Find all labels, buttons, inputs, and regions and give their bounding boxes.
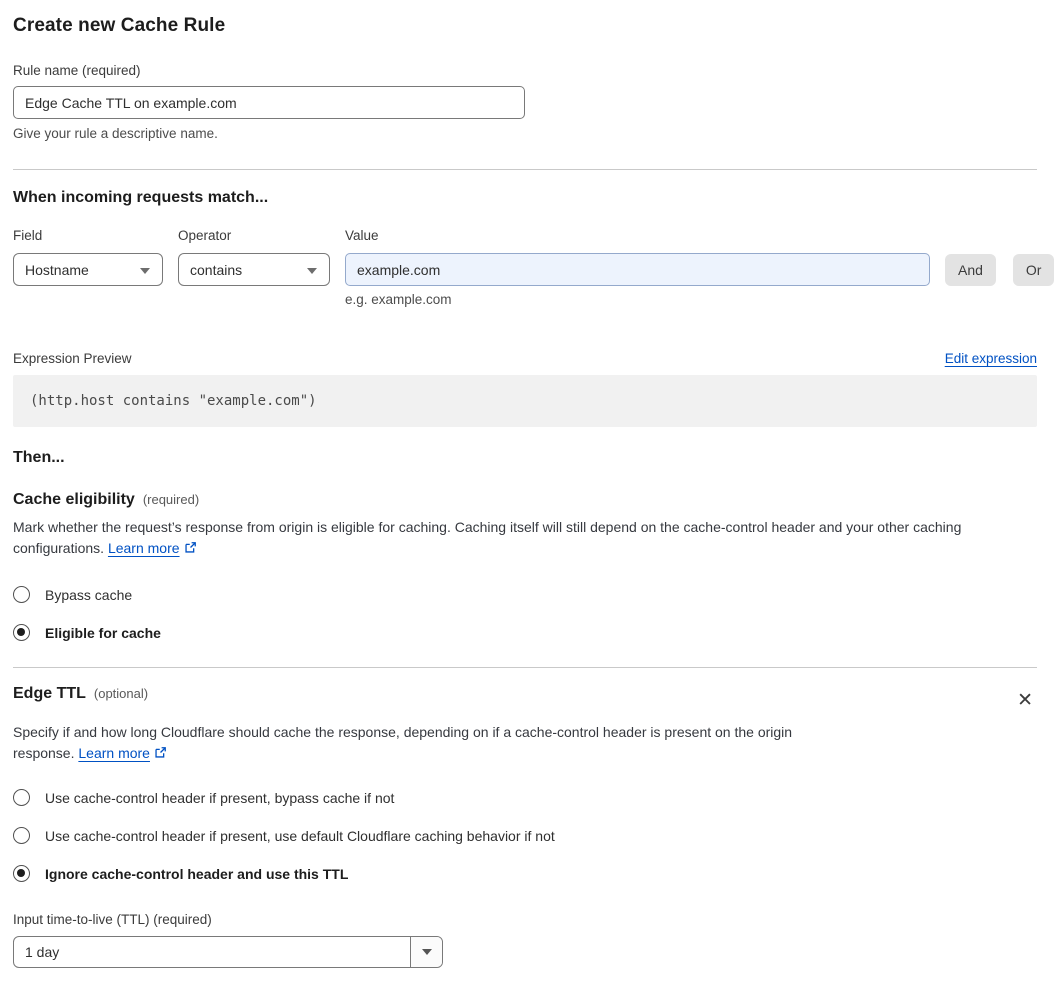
create-cache-rule-page: Create new Cache Rule Rule name (require… [0, 0, 1058, 1000]
optional-badge: (optional) [93, 686, 149, 701]
field-column: Field Hostname [13, 228, 163, 286]
chevron-down-icon [307, 267, 317, 274]
radio-label: Use cache-control header if present, use… [45, 827, 555, 844]
operator-label: Operator [178, 228, 232, 243]
section-divider [13, 169, 1037, 170]
and-button[interactable]: And [945, 254, 996, 286]
operator-column: Operator contains [178, 228, 330, 286]
page-title: Create new Cache Rule [13, 15, 226, 36]
field-select-value: Hostname [25, 261, 89, 278]
operator-select-value: contains [190, 261, 243, 278]
rule-name-section: Rule name (required) Give your rule a de… [13, 63, 1037, 141]
expression-preview-row: Expression Preview Edit expression [13, 351, 1037, 366]
cache-eligibility-description: Mark whether the request’s response from… [13, 517, 1037, 560]
edge-ttl-description: Specify if and how long Cloudflare shoul… [13, 722, 853, 765]
value-help: e.g. example.com [345, 292, 452, 307]
radio-ignore-header-use-ttl[interactable]: Ignore cache-control header and use this… [13, 865, 1037, 882]
value-input[interactable] [345, 253, 930, 286]
learn-more-link[interactable]: Learn more [108, 540, 180, 556]
value-column: Value e.g. example.com [345, 228, 930, 307]
then-heading: Then... [13, 449, 65, 466]
external-link-icon [154, 744, 167, 765]
edit-expression-link[interactable]: Edit expression [945, 351, 1037, 366]
radio-use-header-default[interactable]: Use cache-control header if present, use… [13, 827, 1037, 844]
close-icon[interactable]: ✕ [1013, 687, 1037, 714]
radio-use-header-bypass[interactable]: Use cache-control header if present, byp… [13, 789, 1037, 806]
radio-label: Ignore cache-control header and use this… [45, 865, 349, 882]
expression-text: (http.host contains "example.com") [30, 393, 317, 409]
cache-eligibility-section: Cache eligibility (required) Mark whethe… [13, 491, 1037, 641]
ttl-select-value: 1 day [25, 944, 60, 960]
radio-icon [13, 827, 30, 844]
expression-preview-label: Expression Preview [13, 351, 132, 366]
radio-checked-icon [13, 865, 30, 882]
chevron-down-icon [421, 949, 432, 955]
conjunction-buttons: And Or [945, 228, 1055, 286]
or-button[interactable]: Or [1012, 254, 1055, 286]
radio-eligible-for-cache[interactable]: Eligible for cache [13, 624, 1037, 641]
radio-label: Bypass cache [45, 586, 133, 603]
radio-icon [13, 789, 30, 806]
match-heading: When incoming requests match... [13, 189, 269, 206]
radio-bypass-cache[interactable]: Bypass cache [13, 586, 1037, 603]
radio-label: Use cache-control header if present, byp… [45, 789, 395, 806]
ttl-select[interactable]: 1 day [13, 936, 443, 968]
rule-name-label: Rule name (required) [13, 63, 141, 78]
radio-checked-icon [13, 624, 30, 641]
learn-more-link[interactable]: Learn more [78, 745, 150, 761]
section-divider [13, 667, 1037, 668]
edge-ttl-section: Edge TTL (optional) ✕ Specify if and how… [13, 685, 1037, 988]
external-link-icon [184, 539, 197, 560]
cache-eligibility-title: Cache eligibility [13, 491, 135, 508]
chevron-down-icon [140, 267, 150, 274]
edge-ttl-title: Edge TTL [13, 685, 86, 702]
dropdown-arrow-button[interactable] [410, 937, 442, 967]
rule-name-help: Give your rule a descriptive name. [13, 126, 218, 141]
match-section: When incoming requests match... Field Ho… [13, 189, 1055, 427]
expression-code-block: (http.host contains "example.com") [13, 375, 1037, 427]
field-select[interactable]: Hostname [13, 253, 163, 286]
required-badge: (required) [142, 492, 200, 507]
ttl-label: Input time-to-live (TTL) (required) [13, 912, 212, 927]
value-label: Value [345, 228, 379, 243]
field-label: Field [13, 228, 43, 243]
radio-icon [13, 586, 30, 603]
radio-label: Eligible for cache [45, 624, 161, 641]
operator-select[interactable]: contains [178, 253, 330, 286]
rule-name-input[interactable] [13, 86, 525, 119]
